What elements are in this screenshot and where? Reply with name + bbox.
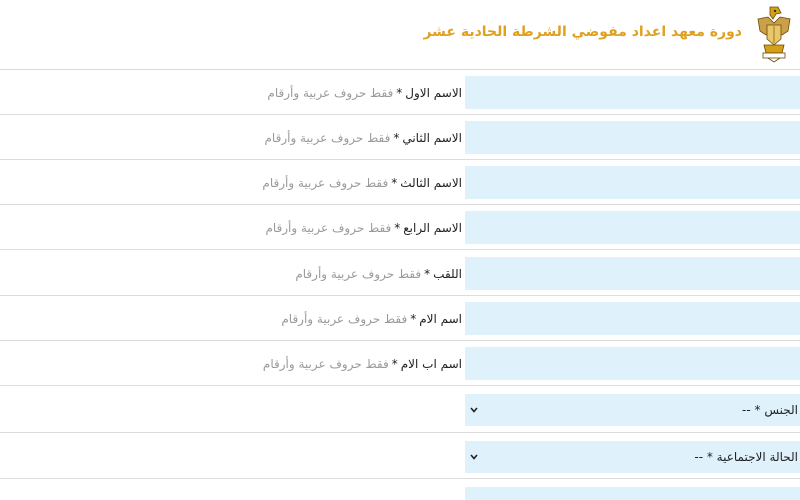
fourth-name-hint: فقط حروف عربية وأرقام <box>265 220 392 235</box>
mother-father-name-label: اسم اب الام <box>400 356 462 371</box>
gender-select[interactable]: الجنس * -- <box>465 394 800 426</box>
next-field-input[interactable] <box>465 487 800 500</box>
mother-name-hint: فقط حروف عربية وأرقام <box>281 311 408 326</box>
marital-status-select-value: الحالة الاجتماعية * -- <box>694 450 798 464</box>
form-row-fourth-name: الاسم الرابع * فقط حروف عربية وأرقام <box>0 205 800 250</box>
third-name-hint: فقط حروف عربية وأرقام <box>262 175 389 190</box>
surname-hint: فقط حروف عربية وأرقام <box>295 266 422 281</box>
required-mark: * <box>410 311 417 326</box>
chevron-down-icon <box>469 452 479 462</box>
third-name-input[interactable] <box>465 166 800 199</box>
form-row-surname: اللقب * فقط حروف عربية وأرقام <box>0 251 800 296</box>
required-mark: * <box>393 130 400 145</box>
required-mark: * <box>391 356 398 371</box>
first-name-hint: فقط حروف عربية وأرقام <box>267 85 394 100</box>
second-name-label: الاسم الثاني <box>402 130 462 145</box>
required-mark: * <box>391 175 398 190</box>
fourth-name-input[interactable] <box>465 211 800 244</box>
mother-name-input[interactable] <box>465 302 800 335</box>
required-mark: * <box>394 220 401 235</box>
form-row-first-name: الاسم الاول * فقط حروف عربية وأرقام <box>0 70 800 115</box>
mother-name-label: اسم الام <box>419 311 462 326</box>
form-row-second-name: الاسم الثاني * فقط حروف عربية وأرقام <box>0 115 800 160</box>
gender-select-value: الجنس * -- <box>742 403 798 417</box>
marital-status-select[interactable]: الحالة الاجتماعية * -- <box>465 441 800 473</box>
surname-input[interactable] <box>465 257 800 290</box>
mother-father-name-hint: فقط حروف عربية وأرقام <box>262 356 389 371</box>
page-header: دورة معهد اعداد مفوضي الشرطة الحادية عشر <box>0 0 800 70</box>
surname-label: اللقب <box>433 266 462 281</box>
site-title: دورة معهد اعداد مفوضي الشرطة الحادية عشر <box>423 24 742 40</box>
mother-father-name-input[interactable] <box>465 347 800 380</box>
required-mark: * <box>396 85 403 100</box>
eagle-emblem-icon <box>754 5 794 63</box>
third-name-label: الاسم الثالث <box>400 175 462 190</box>
form-row-mother-name: اسم الام * فقط حروف عربية وأرقام <box>0 296 800 341</box>
second-name-hint: فقط حروف عربية وأرقام <box>264 130 391 145</box>
form-row-marital-status: الحالة الاجتماعية * -- <box>0 433 800 479</box>
form-row-mother-father-name: اسم اب الام * فقط حروف عربية وأرقام <box>0 341 800 386</box>
second-name-input[interactable] <box>465 121 800 154</box>
first-name-label: الاسم الاول <box>405 85 462 100</box>
form-row-gender: الجنس * -- <box>0 387 800 433</box>
form-row-third-name: الاسم الثالث * فقط حروف عربية وأرقام <box>0 160 800 205</box>
chevron-down-icon <box>469 405 479 415</box>
first-name-input[interactable] <box>465 76 800 109</box>
required-mark: * <box>424 266 431 281</box>
fourth-name-label: الاسم الرابع <box>403 220 462 235</box>
